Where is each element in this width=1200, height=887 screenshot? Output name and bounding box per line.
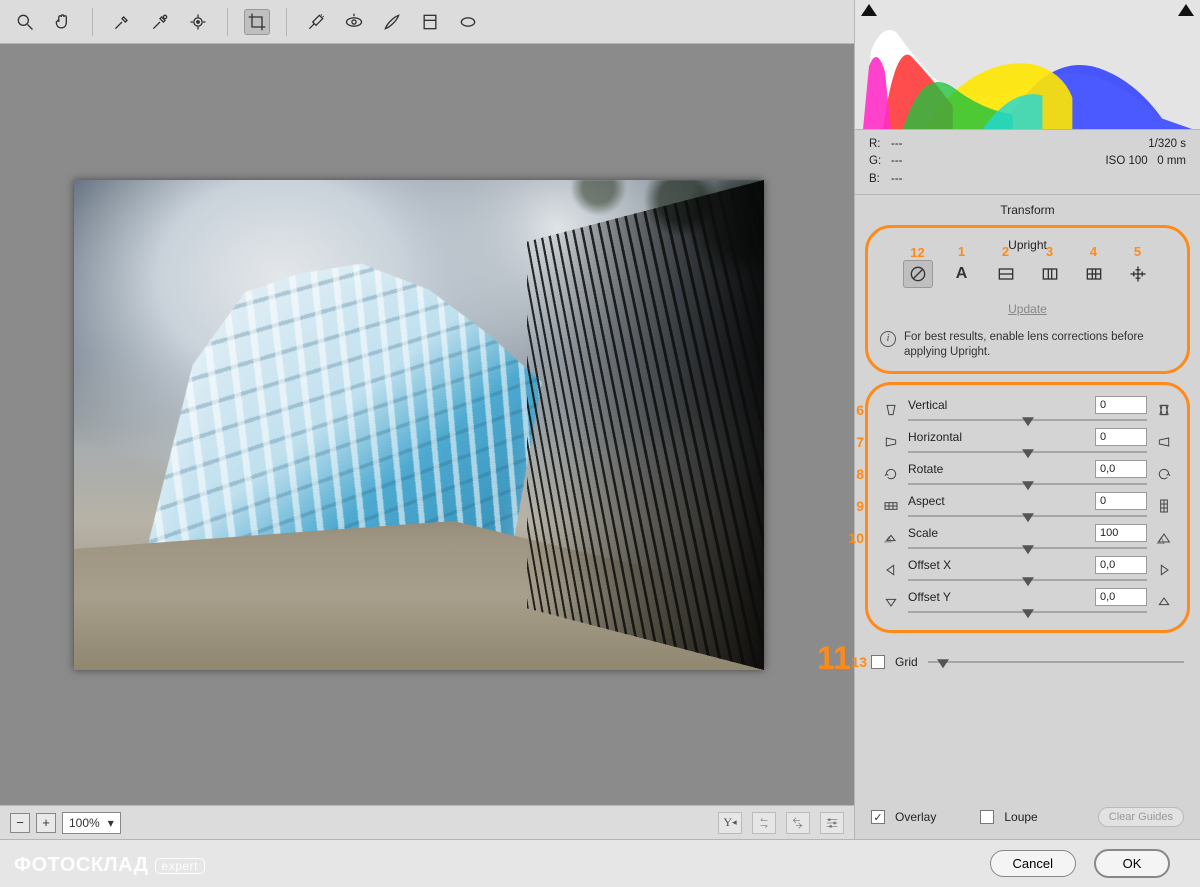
grid-tall-icon[interactable] [1155,498,1173,514]
slider-track[interactable] [908,479,1147,489]
arr-r-icon[interactable] [1155,562,1173,578]
upright-vertical-icon[interactable]: 3 [1035,260,1065,288]
copy-settings-icon[interactable] [786,812,810,834]
upright-auto-icon[interactable]: 1A [947,260,977,288]
grid-slider[interactable] [928,661,1184,663]
zoom-in-button[interactable]: + [36,813,56,833]
grid-checkbox[interactable] [871,655,885,669]
clear-guides-button[interactable]: Clear Guides [1098,807,1184,827]
overlay-label: Overlay [895,810,936,824]
slider-offset-x: Offset X0,0 [882,556,1173,585]
arr-d-icon[interactable] [882,594,900,610]
ok-button[interactable]: OK [1094,849,1170,878]
watermark: ФОТОСКЛАД expert [14,854,205,877]
persp-h-l-icon[interactable] [882,434,900,450]
cancel-button[interactable]: Cancel [990,850,1076,877]
upright-level-icon[interactable]: 2 [991,260,1021,288]
slider-track[interactable] [908,415,1147,425]
slider-track[interactable] [908,511,1147,521]
loupe-label: Loupe [1004,810,1037,824]
eyedropper-tool-icon[interactable] [109,9,135,35]
metadata-readout: R:--- G:--- B:--- 1/320 s ISO 100 0 mm [855,130,1200,195]
preview-image[interactable] [74,180,764,670]
chevron-down-icon: ▾ [108,816,114,830]
canvas-area: − + 100% ▾ Y◂ [0,44,854,839]
slider-track[interactable] [908,447,1147,457]
redeye-tool-icon[interactable] [341,9,367,35]
slider-horizontal: 7Horizontal0 [882,428,1173,457]
loupe-checkbox[interactable] [980,810,994,824]
grid-row: 13 Grid [871,655,1184,669]
canvas-bottom-bar: − + 100% ▾ Y◂ [0,805,854,839]
upright-group: Upright 12 1A 2 3 4 5 Update i For best … [865,225,1190,374]
slider-track[interactable] [908,607,1147,617]
persp-v-r-icon[interactable] [1155,402,1173,418]
zoom-tool-icon[interactable] [12,9,38,35]
persp-h-r-icon[interactable] [1155,434,1173,450]
spot-removal-tool-icon[interactable] [303,9,329,35]
slider-aspect: 9Aspect0 [882,492,1173,521]
slider-track[interactable] [908,543,1147,553]
zoom-select[interactable]: 100% ▾ [62,812,121,834]
slider-offset-y: Offset Y0,0 [882,588,1173,617]
upright-guided-icon[interactable]: 5 [1123,260,1153,288]
slider-track[interactable] [908,575,1147,585]
info-icon: i [880,331,896,347]
rot-cw-icon[interactable] [1155,466,1173,482]
sliders-icon[interactable] [820,812,844,834]
rot-ccw-icon[interactable] [882,466,900,482]
panel-section-title: Transform [855,195,1200,221]
before-after-icon[interactable]: Y◂ [718,812,742,834]
slider-value[interactable]: 0,0 [1095,588,1147,606]
arr-u-icon[interactable] [1155,594,1173,610]
slider-value[interactable]: 0 [1095,492,1147,510]
transform-sliders: 6Vertical0 7Horizontal0 8Rotate0,0 9Aspect0… [865,382,1190,633]
radial-filter-tool-icon[interactable] [455,9,481,35]
color-sampler-tool-icon[interactable] [147,9,173,35]
arr-l-icon[interactable] [882,562,900,578]
overlay-checkbox[interactable] [871,810,885,824]
upright-hint: i For best results, enable lens correcti… [876,330,1179,361]
slider-vertical: 6Vertical0 [882,396,1173,425]
grid-label: Grid [895,655,918,669]
targeted-adjust-tool-icon[interactable] [185,9,211,35]
slider-value[interactable]: 0,0 [1095,556,1147,574]
overlay-row: Overlay Loupe Clear Guides [855,807,1200,827]
swap-views-icon[interactable] [752,812,776,834]
upright-update-link[interactable]: Update [876,302,1179,316]
zoom-out-button[interactable]: − [10,813,30,833]
graduated-filter-tool-icon[interactable] [417,9,443,35]
brush-tool-icon[interactable] [379,9,405,35]
upright-full-icon[interactable]: 4 [1079,260,1109,288]
zoom-value: 100% [69,816,100,830]
hand-tool-icon[interactable] [50,9,76,35]
slider-value[interactable]: 0 [1095,428,1147,446]
crop-tool-icon[interactable] [244,9,270,35]
scale-lg-icon[interactable] [1155,530,1173,546]
slider-scale: 10Scale100 [882,524,1173,553]
grid-wide-icon[interactable] [882,498,900,514]
slider-value[interactable]: 0 [1095,396,1147,414]
persp-v-l-icon[interactable] [882,402,900,418]
slider-value[interactable]: 100 [1095,524,1147,542]
slider-value[interactable]: 0,0 [1095,460,1147,478]
right-panel: R:--- G:--- B:--- 1/320 s ISO 100 0 mm T… [854,0,1200,839]
scale-sm-icon[interactable] [882,530,900,546]
slider-rotate: 8Rotate0,0 [882,460,1173,489]
upright-off-icon[interactable]: 12 [903,260,933,288]
histogram[interactable] [855,0,1200,130]
